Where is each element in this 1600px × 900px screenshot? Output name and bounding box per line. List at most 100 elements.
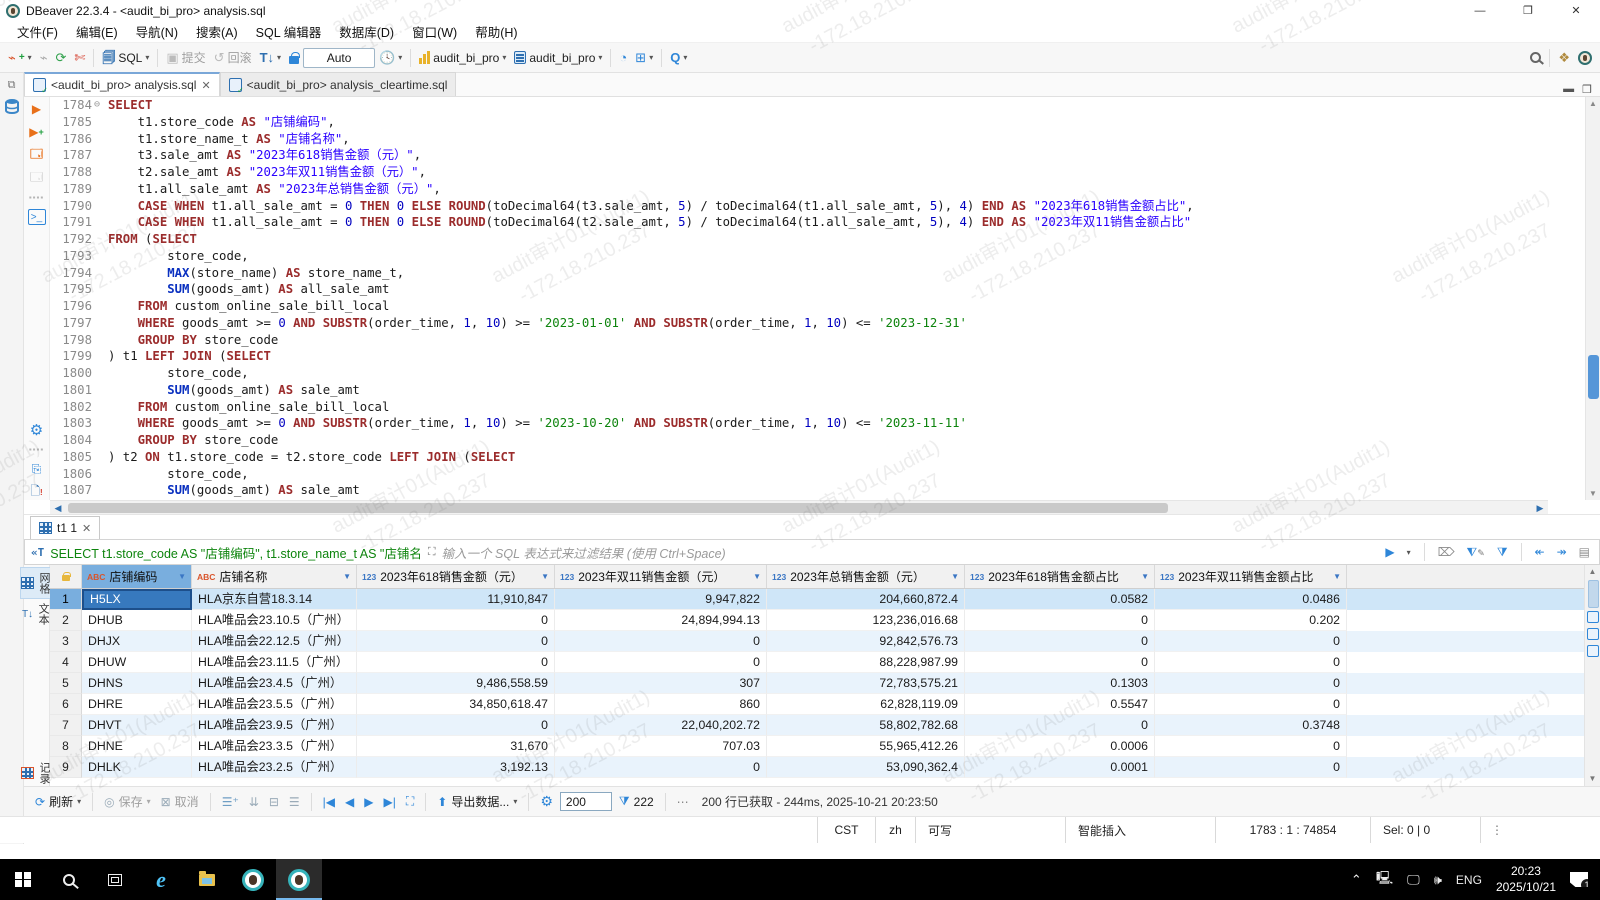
table-cell[interactable]: 0 [1155, 757, 1347, 778]
table-cell[interactable]: 0.0001 [965, 757, 1155, 778]
table-cell[interactable]: 0.3748 [1155, 715, 1347, 736]
column-header-2[interactable]: 1232023年618销售金额（元）▼ [357, 565, 555, 588]
table-cell[interactable]: HLA唯品会23.3.5（广州） [192, 736, 357, 757]
execute-script-icon[interactable]: 🗔 [28, 147, 46, 163]
editor-vertical-scrollbar[interactable]: ▲▼ [1585, 97, 1600, 500]
database-selector[interactable]: audit_bi_pro▾ [510, 49, 606, 67]
more-options-icon[interactable]: ⋯ [674, 793, 692, 811]
column-filter-icon[interactable]: ▼ [1333, 572, 1341, 581]
commit-button[interactable]: ▣提交 [162, 47, 209, 68]
caret-position[interactable]: 1783 : 1 : 74854 [1215, 817, 1370, 843]
table-cell[interactable]: 0 [965, 610, 1155, 631]
menu-item-4[interactable]: SQL 编辑器 [247, 20, 331, 43]
table-cell[interactable]: HLA唯品会23.9.5（广州） [192, 715, 357, 736]
table-row[interactable]: 4DHUWHLA唯品会23.11.5（广州）0088,228,987.9900 [50, 652, 1584, 673]
row-number[interactable]: 8 [50, 736, 82, 757]
row-number[interactable]: 4 [50, 652, 82, 673]
column-header-4[interactable]: 1232023年总销售金额（元）▼ [767, 565, 965, 588]
table-cell[interactable]: 0 [1155, 694, 1347, 715]
table-row[interactable]: 7DHVTHLA唯品会23.9.5（广州）022,040,202.7258,80… [50, 715, 1584, 736]
transaction-mode-button[interactable]: T↓▾ [256, 49, 285, 66]
table-cell[interactable]: 0 [357, 610, 555, 631]
table-row[interactable]: 9DHLKHLA唯品会23.2.5（广州）3,192.13053,090,362… [50, 757, 1584, 778]
results-data-grid[interactable]: ABC店铺编码▼ABC店铺名称▼1232023年618销售金额（元）▼12320… [50, 565, 1584, 786]
editor-horizontal-scrollbar[interactable]: ◀ ▶ [50, 500, 1548, 514]
editor-tab-analysis[interactable]: <audit_bi_pro> analysis.sql ✕ [24, 72, 220, 96]
new-sql-editor-button[interactable]: 🗐SQL▾ [98, 49, 153, 67]
start-button[interactable] [0, 859, 46, 900]
table-cell[interactable]: 0.0486 [1155, 589, 1347, 610]
table-row[interactable]: 1H5LXHLA京东自营18.3.1411,910,8479,947,82220… [50, 589, 1584, 610]
save-button[interactable]: ◎保存▾ [101, 791, 154, 812]
metadata-panel-icon[interactable] [1587, 628, 1599, 640]
execution-plan-button[interactable]: ⊞▾ [631, 49, 657, 66]
menu-item-2[interactable]: 导航(N) [127, 20, 187, 43]
menu-item-5[interactable]: 数据库(D) [330, 20, 403, 43]
filter-count[interactable]: ⧩222 [616, 792, 657, 811]
task-view-icon[interactable] [92, 859, 138, 900]
table-cell[interactable]: DHVT [82, 715, 192, 736]
table-cell[interactable]: 11,910,847 [357, 589, 555, 610]
row-number[interactable]: 9 [50, 757, 82, 778]
table-cell[interactable]: 307 [555, 673, 767, 694]
text-view-tab[interactable]: 文本T↓ [22, 599, 51, 629]
insert-mode-indicator[interactable]: 智能插入 [1065, 817, 1215, 843]
record-view-tab[interactable]: 记录 [21, 758, 52, 786]
restore-panel-icon[interactable]: ⧉ [4, 79, 20, 92]
close-results-tab-icon[interactable]: ✕ [82, 522, 91, 535]
table-cell[interactable]: DHNS [82, 673, 192, 694]
table-cell[interactable]: 0 [1155, 673, 1347, 694]
table-cell[interactable]: 55,965,412.26 [767, 736, 965, 757]
editor-tab-analysis-cleartime[interactable]: <audit_bi_pro> analysis_cleartime.sql [220, 72, 457, 96]
panel-menu-icon[interactable]: ▤ [1576, 545, 1593, 559]
refresh-button[interactable]: ⟳刷新▾ [32, 791, 84, 812]
last-page-icon[interactable]: ▶| [381, 793, 399, 811]
table-cell[interactable]: 62,828,119.09 [767, 694, 965, 715]
table-cell[interactable]: 31,670 [357, 736, 555, 757]
row-number[interactable]: 2 [50, 610, 82, 631]
clock[interactable]: 20:232025/10/21 [1496, 864, 1556, 895]
internet-explorer-icon[interactable]: e [138, 859, 184, 900]
table-cell[interactable]: 0 [357, 715, 555, 736]
table-cell[interactable]: 0 [965, 715, 1155, 736]
transaction-lock-icon[interactable] [285, 50, 303, 66]
filter-input[interactable]: 输入一个 SQL 表达式来过滤结果 (使用 Ctrl+Space) [442, 543, 1377, 562]
table-cell[interactable]: 0 [965, 652, 1155, 673]
disconnect-button[interactable]: ⌁ [36, 49, 52, 66]
table-cell[interactable]: 0 [555, 757, 767, 778]
column-filter-icon[interactable]: ▼ [753, 572, 761, 581]
table-row[interactable]: 5DHNSHLA唯品会23.4.5（广州）9,486,558.5930772,7… [50, 673, 1584, 694]
cancel-button[interactable]: ⊠取消 [158, 791, 202, 812]
minimize-editor-icon[interactable]: ▬ [1563, 83, 1574, 96]
file-explorer-icon[interactable] [184, 859, 230, 900]
table-cell[interactable]: HLA京东自营18.3.14 [192, 589, 357, 610]
history-back-icon[interactable]: ↞ [1532, 545, 1548, 559]
network-tray-icon[interactable]: 🖵 [1407, 872, 1420, 888]
execute-statement-icon[interactable]: ▶ [28, 101, 46, 117]
duplicate-row-icon[interactable]: ⇊ [246, 793, 262, 811]
menu-item-6[interactable]: 窗口(W) [403, 20, 466, 43]
execute-new-tab-icon[interactable]: ▶+ [28, 124, 46, 140]
row-number[interactable]: 6 [50, 694, 82, 715]
menu-item-7[interactable]: 帮助(H) [466, 20, 526, 43]
column-header-5[interactable]: 1232023年618销售金额占比▼ [965, 565, 1155, 588]
column-filter-icon[interactable]: ▼ [178, 572, 186, 581]
script-error-icon[interactable]: 🗋! [28, 484, 46, 500]
delete-row-icon[interactable]: ⊟ [266, 793, 282, 811]
table-cell[interactable]: 0 [965, 631, 1155, 652]
close-tab-icon[interactable]: ✕ [201, 79, 210, 92]
table-cell[interactable]: 0.0582 [965, 589, 1155, 610]
row-number[interactable]: 5 [50, 673, 82, 694]
apply-filter-icon[interactable]: ▶ [1382, 545, 1397, 559]
save-filter-icon[interactable]: ⧩ [1494, 545, 1511, 560]
settings-gear-icon[interactable]: ⚙ [28, 422, 46, 438]
rollback-button[interactable]: ↺回滚 [210, 47, 256, 68]
sql-search-button[interactable]: Q▾ [666, 49, 691, 66]
fetch-size-input[interactable]: 200 [560, 792, 612, 811]
table-cell[interactable]: 123,236,016.68 [767, 610, 965, 631]
table-cell[interactable]: DHNE [82, 736, 192, 757]
open-console-icon[interactable]: >_ [28, 209, 46, 225]
menu-item-3[interactable]: 搜索(A) [187, 20, 247, 43]
table-cell[interactable]: 88,228,987.99 [767, 652, 965, 673]
export-data-button[interactable]: ⬆导出数据...▾ [434, 791, 520, 812]
